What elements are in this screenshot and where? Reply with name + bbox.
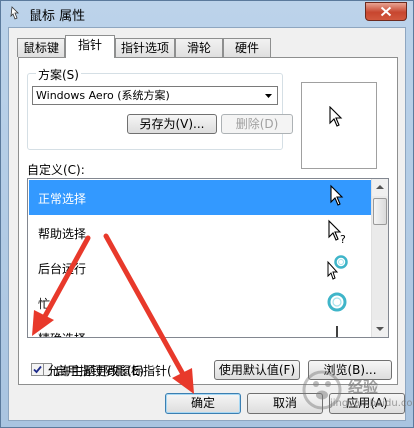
- chevron-up-icon: [376, 185, 384, 189]
- cursor-list[interactable]: 正常选择 帮助选择 ? 后台运行 忙: [27, 178, 389, 338]
- list-item-label: 正常选择: [38, 192, 87, 206]
- delete-scheme-button[interactable]: 删除(D): [221, 114, 293, 134]
- ok-button[interactable]: 确定: [165, 393, 241, 414]
- scroll-thumb[interactable]: [373, 198, 387, 225]
- svg-text:?: ?: [340, 233, 346, 245]
- cursor-preview: [301, 82, 377, 169]
- chevron-down-icon: [265, 94, 272, 98]
- scheme-label: 方案(S): [36, 66, 81, 83]
- watermark-text: 经验: [348, 378, 379, 396]
- watermark-url: jingyan.baidu.com: [330, 398, 414, 409]
- arrow-cursor-icon: [329, 106, 343, 127]
- list-item[interactable]: 后台运行: [29, 250, 372, 285]
- help-cursor-icon: ?: [328, 219, 346, 245]
- customize-label: 自定义(C):: [27, 163, 85, 177]
- working-cursor-icon: [327, 255, 348, 280]
- list-item-label: 忙: [38, 297, 51, 311]
- window-title: 鼠标 属性: [29, 9, 86, 24]
- scheme-selected-value: Windows Aero (系统方案): [36, 89, 170, 102]
- mouse-app-icon: [10, 6, 19, 20]
- list-item[interactable]: 精确选择: [29, 320, 372, 337]
- busy-cursor-icon: [327, 292, 347, 312]
- list-item-label: 后台运行: [38, 262, 87, 276]
- close-button[interactable]: [365, 2, 407, 21]
- tab-pointers[interactable]: 指针: [65, 35, 115, 58]
- list-scrollbar[interactable]: [371, 179, 388, 337]
- theme-pointer-checkbox[interactable]: [31, 363, 44, 376]
- pointers-panel: 方案(S) Windows Aero (系统方案) 另存为(V)... 删除(D…: [18, 57, 398, 385]
- mouse-properties-window: 鼠标 属性 鼠标键 指针 指针选项 滑轮 硬件 方案(S) Windows Ae…: [0, 0, 414, 428]
- save-as-button[interactable]: 另存为(V)...: [127, 114, 217, 134]
- tab-buttons[interactable]: 鼠标键: [17, 38, 65, 57]
- theme-pointer-label: 允许主题更改鼠标指针(: [47, 364, 172, 378]
- precision-cursor-icon: [336, 326, 338, 337]
- scheme-dropdown[interactable]: Windows Aero (系统方案): [32, 86, 278, 105]
- arrow-cursor-icon: [330, 184, 344, 206]
- tab-wheel[interactable]: 滑轮: [175, 38, 223, 57]
- list-item-label: 精确选择: [38, 330, 86, 337]
- use-default-button[interactable]: 使用默认值(F): [214, 360, 300, 380]
- tab-pointer-options[interactable]: 指针选项: [115, 38, 175, 57]
- scroll-down-button[interactable]: [372, 320, 388, 337]
- chevron-down-icon: [376, 327, 384, 331]
- list-item[interactable]: 忙: [29, 285, 372, 320]
- title-bar: 鼠标 属性: [1, 1, 413, 27]
- tab-hardware[interactable]: 硬件: [223, 38, 271, 57]
- list-item-label: 帮助选择: [38, 227, 87, 241]
- scroll-up-button[interactable]: [372, 179, 388, 196]
- list-item[interactable]: 正常选择: [29, 180, 372, 215]
- dialog-client: 鼠标键 指针 指针选项 滑轮 硬件 方案(S) Windows Aero (系统…: [8, 27, 406, 421]
- close-icon: [380, 6, 392, 17]
- checkmark-icon: [33, 365, 42, 374]
- watermark: 经验 jingyan.baidu.com: [300, 368, 414, 420]
- list-item[interactable]: 帮助选择 ?: [29, 215, 372, 250]
- scheme-group: [27, 73, 283, 150]
